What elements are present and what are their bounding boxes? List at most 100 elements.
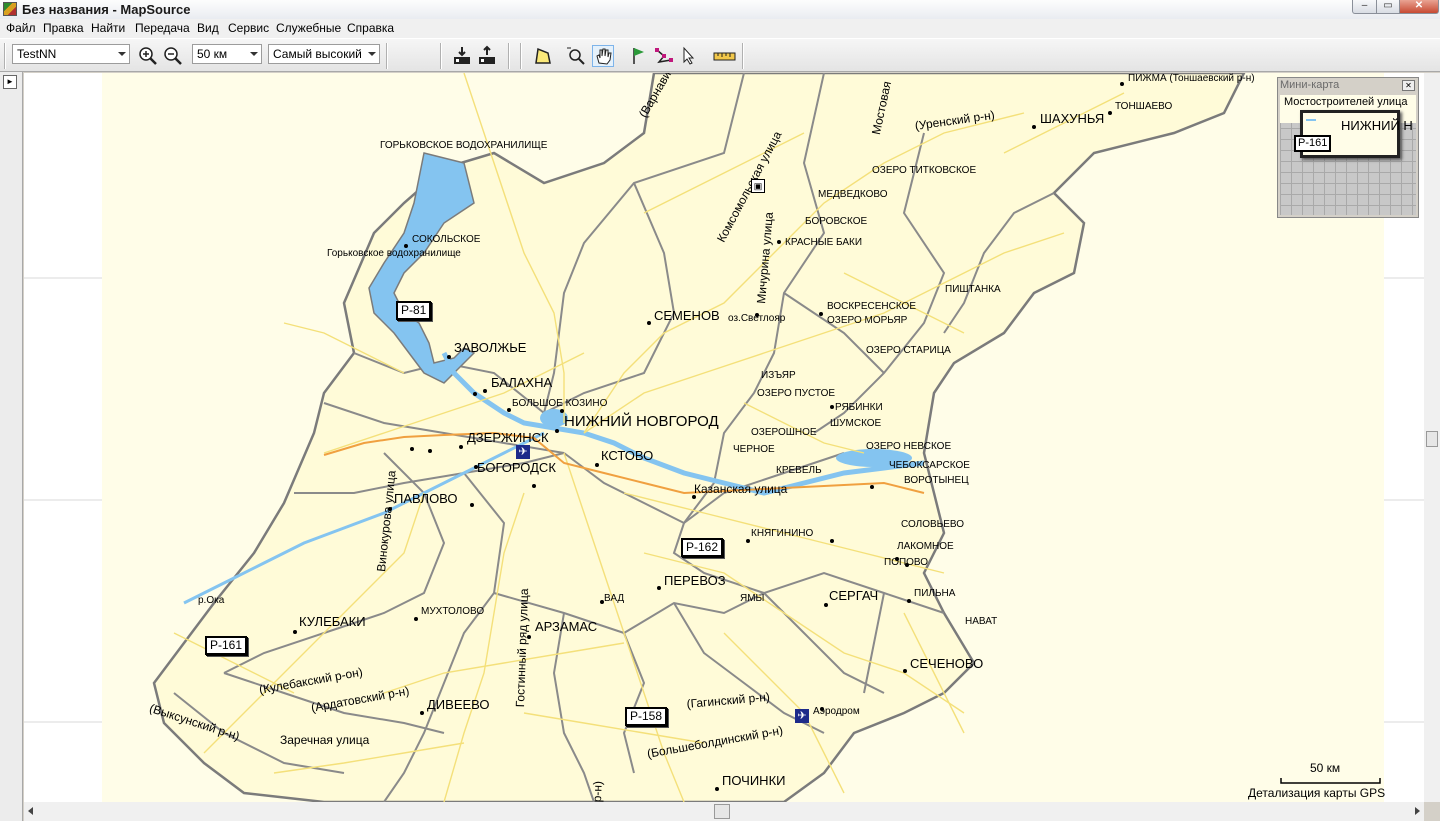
city-label-bogorodsk[interactable]: БОГОРОДСК bbox=[477, 460, 556, 475]
place-label[interactable]: ЛАКОМНОЕ bbox=[897, 541, 954, 552]
place-label[interactable]: ОЗЕРО НЕВСКОЕ bbox=[866, 441, 951, 452]
menu-transfer[interactable]: Передача bbox=[135, 21, 190, 35]
place-label[interactable]: ОЗЕРО МОРЬЯР bbox=[827, 315, 907, 326]
receive-from-device-icon[interactable] bbox=[451, 45, 473, 67]
city-label-semenov[interactable]: СЕМЕНОВ bbox=[654, 308, 720, 323]
street-label[interactable]: Заречная улица bbox=[280, 733, 369, 747]
place-label[interactable]: ШУМСКОЕ bbox=[830, 418, 881, 429]
place-label[interactable]: МЕДВЕДКОВО bbox=[818, 189, 888, 200]
detail-level-select[interactable]: Самый высокий bbox=[268, 44, 380, 64]
place-label[interactable]: ПИЛЬНА bbox=[914, 588, 955, 599]
street-label[interactable]: Казанская улица bbox=[694, 482, 787, 496]
road-shield-r158[interactable]: P-158 bbox=[625, 707, 668, 726]
menu-file[interactable]: Файл bbox=[6, 21, 36, 35]
maximize-button[interactable]: ▭ bbox=[1376, 0, 1400, 14]
close-button[interactable]: ✕ bbox=[1399, 0, 1439, 14]
place-label[interactable]: ОЗЕРО СТАРИЦА bbox=[866, 345, 951, 356]
place-label[interactable]: ОЗЕРО ТИТКОВСКОЕ bbox=[872, 165, 976, 176]
app-icon[interactable] bbox=[3, 2, 17, 16]
city-label-pavlovo[interactable]: ПАВЛОВО bbox=[394, 491, 458, 506]
place-label[interactable]: НАВАТ bbox=[965, 616, 997, 627]
city-label-dzerzhinsk[interactable]: ДЗЕРЖИНСК bbox=[467, 430, 549, 445]
zoom-tool-icon[interactable] bbox=[565, 45, 587, 67]
place-label[interactable]: ТОНШАЕВО bbox=[1115, 101, 1172, 112]
road-shield-r81[interactable]: P-81 bbox=[396, 301, 432, 320]
vertical-scrollbar[interactable] bbox=[1424, 73, 1440, 802]
place-label[interactable]: Аэродром bbox=[813, 706, 860, 717]
place-label[interactable]: ВОСКРЕСЕНСКОЕ bbox=[827, 301, 916, 312]
minimap-view[interactable]: Мостостроителей улица НИЖНИЙ Н P-161 bbox=[1280, 95, 1416, 215]
vertical-scroll-thumb[interactable] bbox=[1426, 431, 1438, 447]
place-label[interactable]: ВАД bbox=[604, 593, 624, 604]
place-label[interactable]: ИЗЪЯР bbox=[761, 370, 796, 381]
place-label[interactable]: КНЯГИНИНО bbox=[751, 528, 813, 539]
place-label[interactable]: р.Ока bbox=[198, 595, 224, 606]
airport-icon[interactable]: ✈ bbox=[516, 445, 530, 459]
place-label[interactable]: Горьковское водохранилище bbox=[327, 248, 461, 259]
place-label[interactable]: БОЛЬШОЕ КОЗИНО bbox=[512, 398, 607, 409]
road-shield-r161[interactable]: P-161 bbox=[205, 636, 248, 655]
place-label[interactable]: РЯБИНКИ bbox=[835, 402, 883, 413]
zoom-out-icon[interactable] bbox=[162, 45, 184, 67]
city-label-kulebaki[interactable]: КУЛЕБАКИ bbox=[299, 614, 366, 629]
minimap-city-label: НИЖНИЙ Н bbox=[1341, 118, 1413, 133]
pointer-tool-icon[interactable] bbox=[678, 45, 700, 67]
zoom-scale-select[interactable]: 50 км bbox=[192, 44, 262, 64]
measure-tool-icon[interactable] bbox=[712, 45, 738, 67]
city-label-perevoz[interactable]: ПЕРЕВОЗ bbox=[664, 573, 726, 588]
place-label[interactable]: КРАСНЫЕ БАКИ bbox=[785, 237, 862, 248]
road-shield-r162[interactable]: P-162 bbox=[681, 538, 724, 557]
city-label-zavolzhye[interactable]: ЗАВОЛЖЬЕ bbox=[454, 340, 526, 355]
place-label[interactable]: ОЗЕРО ПУСТОЕ bbox=[757, 388, 835, 399]
place-label[interactable]: КРЕВЕЛЬ bbox=[776, 465, 822, 476]
city-label-diveevo[interactable]: ДИВЕЕВО bbox=[427, 697, 490, 712]
city-label-kstovo[interactable]: КСТОВО bbox=[601, 448, 653, 463]
menu-view[interactable]: Вид bbox=[197, 21, 219, 35]
menu-tools[interactable]: Сервис bbox=[228, 21, 269, 35]
city-label-shakhunya[interactable]: ШАХУНЬЯ bbox=[1040, 111, 1104, 126]
landmark-icon[interactable]: ▣ bbox=[751, 179, 765, 193]
place-label[interactable]: ЧЕБОКСАРСКОЕ bbox=[889, 460, 970, 471]
selection-tool-icon[interactable] bbox=[532, 45, 554, 67]
place-label[interactable]: ПОПОВО bbox=[884, 557, 928, 568]
place-label[interactable]: ПИШТАНКА bbox=[945, 284, 1001, 295]
scroll-right-icon[interactable] bbox=[1415, 807, 1420, 815]
expand-panel-icon[interactable]: ► bbox=[3, 75, 17, 89]
horizontal-scroll-thumb[interactable] bbox=[714, 804, 730, 819]
place-label[interactable]: оз.Светлояр bbox=[728, 313, 785, 324]
place-label[interactable]: ЯМЫ bbox=[740, 593, 764, 604]
street-label[interactable]: р-н) bbox=[590, 781, 605, 802]
place-label[interactable]: ВОРОТЫНЕЦ bbox=[904, 475, 969, 486]
menu-utilities[interactable]: Служебные bbox=[276, 21, 341, 35]
city-label-pochinki[interactable]: ПОЧИНКИ bbox=[722, 773, 785, 788]
waypoint-tool-icon[interactable] bbox=[628, 45, 650, 67]
menu-find[interactable]: Найти bbox=[91, 21, 125, 35]
place-label[interactable]: ЧЕРНОЕ bbox=[733, 444, 775, 455]
hand-tool-icon[interactable] bbox=[592, 45, 614, 67]
city-label-balakhna[interactable]: БАЛАХНА bbox=[491, 375, 552, 390]
menu-help[interactable]: Справка bbox=[347, 21, 394, 35]
place-label[interactable]: ОЗЕРОШНОЕ bbox=[751, 427, 817, 438]
airport-icon[interactable]: ✈ bbox=[795, 709, 809, 723]
route-tool-icon[interactable] bbox=[653, 45, 675, 67]
place-label[interactable]: ГОРЬКОВСКОЕ ВОДОХРАНИЛИЩЕ bbox=[380, 140, 547, 151]
city-label-sergach[interactable]: СЕРГАЧ bbox=[829, 588, 878, 603]
city-label-arzamas[interactable]: АРЗАМАС bbox=[535, 619, 597, 634]
map-view[interactable]: НИЖНИЙ НОВГОРОД ДЗЕРЖИНСК БОГОРОДСК КСТО… bbox=[24, 73, 1424, 802]
map-product-select[interactable]: TestNN bbox=[12, 44, 130, 64]
place-label[interactable]: СОЛОВЬЕВО bbox=[901, 519, 964, 530]
place-label[interactable]: БОРОВСКОЕ bbox=[805, 216, 867, 227]
place-label[interactable]: МУХТОЛОВО bbox=[421, 606, 484, 617]
settlement-dot bbox=[777, 240, 781, 244]
place-label[interactable]: СОКОЛЬСКОЕ bbox=[412, 234, 480, 245]
scroll-left-icon[interactable] bbox=[28, 807, 33, 815]
place-label[interactable]: ПИЖМА (Тоншаевский р-н) bbox=[1128, 73, 1255, 84]
send-to-device-icon[interactable] bbox=[476, 45, 498, 67]
city-label-sechenovo[interactable]: СЕЧЕНОВО bbox=[910, 656, 983, 671]
horizontal-scrollbar[interactable] bbox=[24, 802, 1424, 821]
minimap-close-icon[interactable]: ✕ bbox=[1402, 80, 1415, 91]
city-label-nizhny-novgorod[interactable]: НИЖНИЙ НОВГОРОД bbox=[564, 413, 719, 430]
zoom-in-icon[interactable] bbox=[137, 45, 159, 67]
menu-edit[interactable]: Правка bbox=[43, 21, 84, 35]
minimize-button[interactable]: ‒ bbox=[1352, 0, 1377, 14]
